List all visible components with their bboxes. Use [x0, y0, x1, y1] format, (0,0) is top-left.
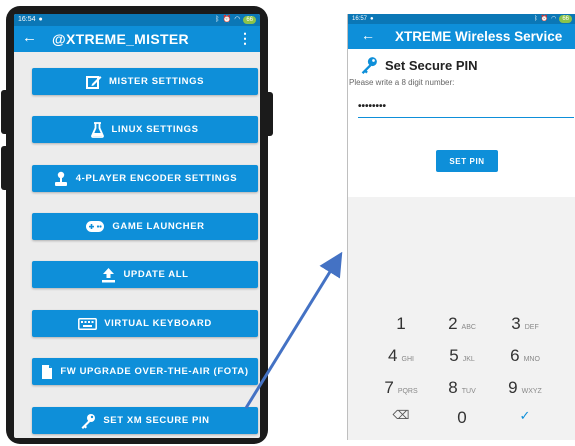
backspace-icon: ⌫: [392, 408, 410, 422]
left-phone-screen: 16:54 ● ᛒ ⏰ ◠ 66 ← @XTREME_MISTER ⋮ MIST…: [14, 14, 260, 438]
wifi-icon: ◠: [551, 16, 557, 22]
key-6[interactable]: 6 MNO: [496, 346, 554, 372]
status-time: 16:57: [352, 16, 368, 22]
menu-item-label: SET XM SECURE PIN: [103, 415, 210, 426]
pin-title: Set Secure PIN: [385, 57, 478, 73]
upload-icon: [102, 267, 116, 282]
done-key[interactable]: ✓: [496, 408, 554, 434]
edit-icon: [85, 75, 102, 89]
menu-item-label: MISTER SETTINGS: [108, 76, 205, 87]
file-icon: [42, 364, 53, 379]
app-title: @XTREME_MISTER: [52, 31, 189, 47]
notification-icon: ●: [370, 16, 374, 22]
virtual-keyboard-button[interactable]: VIRTUAL KEYBOARD: [32, 310, 258, 337]
keyboard-icon: [78, 317, 98, 330]
key-icon: [81, 413, 96, 429]
key-4[interactable]: 4 GHI: [372, 346, 430, 372]
left-phone: 16:54 ● ᛒ ⏰ ◠ 66 ← @XTREME_MISTER ⋮ MIST…: [6, 6, 268, 444]
game-launcher-button[interactable]: GAME LAUNCHER: [32, 213, 258, 240]
key-5[interactable]: 5 JKL: [433, 346, 491, 372]
notification-icon: ●: [38, 16, 43, 23]
menu-item-label: LINUX SETTINGS: [111, 124, 199, 135]
alarm-icon: ⏰: [540, 16, 549, 22]
battery-icon: 66: [559, 15, 572, 23]
backspace-key[interactable]: ⌫: [372, 408, 430, 434]
key-2[interactable]: 2 ABC: [433, 314, 491, 340]
status-bar: 16:54 ● ᛒ ⏰ ◠ 66: [14, 14, 260, 26]
key-1[interactable]: 1: [372, 314, 430, 340]
more-vert-icon[interactable]: ⋮: [238, 30, 252, 47]
app-bar: ← @XTREME_MISTER ⋮: [14, 26, 260, 52]
menu-item-label: VIRTUAL KEYBOARD: [104, 318, 212, 329]
back-arrow-icon[interactable]: ←: [361, 27, 375, 43]
battery-icon: 66: [243, 16, 256, 24]
numeric-keypad: 1 2 ABC 3 DEF 4 GHI 5 JKL 6 MNO 7 PQRS 8 TUV 9W…: [348, 300, 575, 440]
set-secure-pin-button[interactable]: SET XM SECURE PIN: [32, 407, 258, 434]
joystick-icon: [54, 171, 67, 186]
key-9[interactable]: 9 WXYZ: [496, 378, 554, 404]
set-pin-button[interactable]: SET PIN: [436, 150, 498, 172]
alarm-icon: ⏰: [222, 16, 232, 23]
status-time: 16:54: [18, 16, 36, 23]
check-icon: ✓: [519, 408, 531, 423]
update-all-button[interactable]: UPDATE ALL: [32, 261, 258, 288]
wifi-icon: ◠: [234, 16, 241, 23]
menu-item-label: GAME LAUNCHER: [112, 221, 205, 232]
menu-item-label: FW UPGRADE OVER-THE-AIR (FOTA): [60, 366, 249, 377]
encoder-settings-button[interactable]: 4-PLAYER ENCODER SETTINGS: [32, 165, 258, 192]
menu-item-label: UPDATE ALL: [123, 269, 189, 280]
status-bar: 16:57 ● ᛒ ⏰ ◠ 66: [348, 14, 575, 24]
pin-instruction: Please write a 8 digit number:: [349, 78, 455, 87]
pin-header: Set Secure PIN: [360, 56, 478, 74]
key-3[interactable]: 3 DEF: [496, 314, 554, 340]
bluetooth-icon: ᛒ: [215, 16, 220, 23]
linux-settings-button[interactable]: LINUX SETTINGS: [32, 116, 258, 143]
key-8[interactable]: 8 TUV: [433, 378, 491, 404]
key-7[interactable]: 7 PQRS: [372, 378, 430, 404]
bluetooth-icon: ᛒ: [533, 16, 538, 22]
flask-icon: [91, 121, 105, 138]
menu-item-label: 4-PLAYER ENCODER SETTINGS: [75, 173, 238, 184]
pin-input[interactable]: ••••••••: [358, 97, 574, 118]
app-bar: ← XTREME Wireless Service: [348, 24, 575, 49]
pin-form: Set Secure PIN Please write a 8 digit nu…: [348, 49, 575, 197]
fota-upgrade-button[interactable]: FW UPGRADE OVER-THE-AIR (FOTA): [32, 358, 258, 385]
key-icon: [361, 57, 377, 74]
mister-settings-button[interactable]: MISTER SETTINGS: [32, 68, 258, 95]
right-phone-screen: 16:57 ● ᛒ ⏰ ◠ 66 ← XTREME Wireless Servi…: [347, 14, 575, 440]
app-title: XTREME Wireless Service: [395, 29, 563, 44]
back-arrow-icon[interactable]: ←: [22, 29, 37, 46]
key-0[interactable]: 0: [433, 408, 491, 434]
gamepad-icon: [86, 221, 105, 232]
